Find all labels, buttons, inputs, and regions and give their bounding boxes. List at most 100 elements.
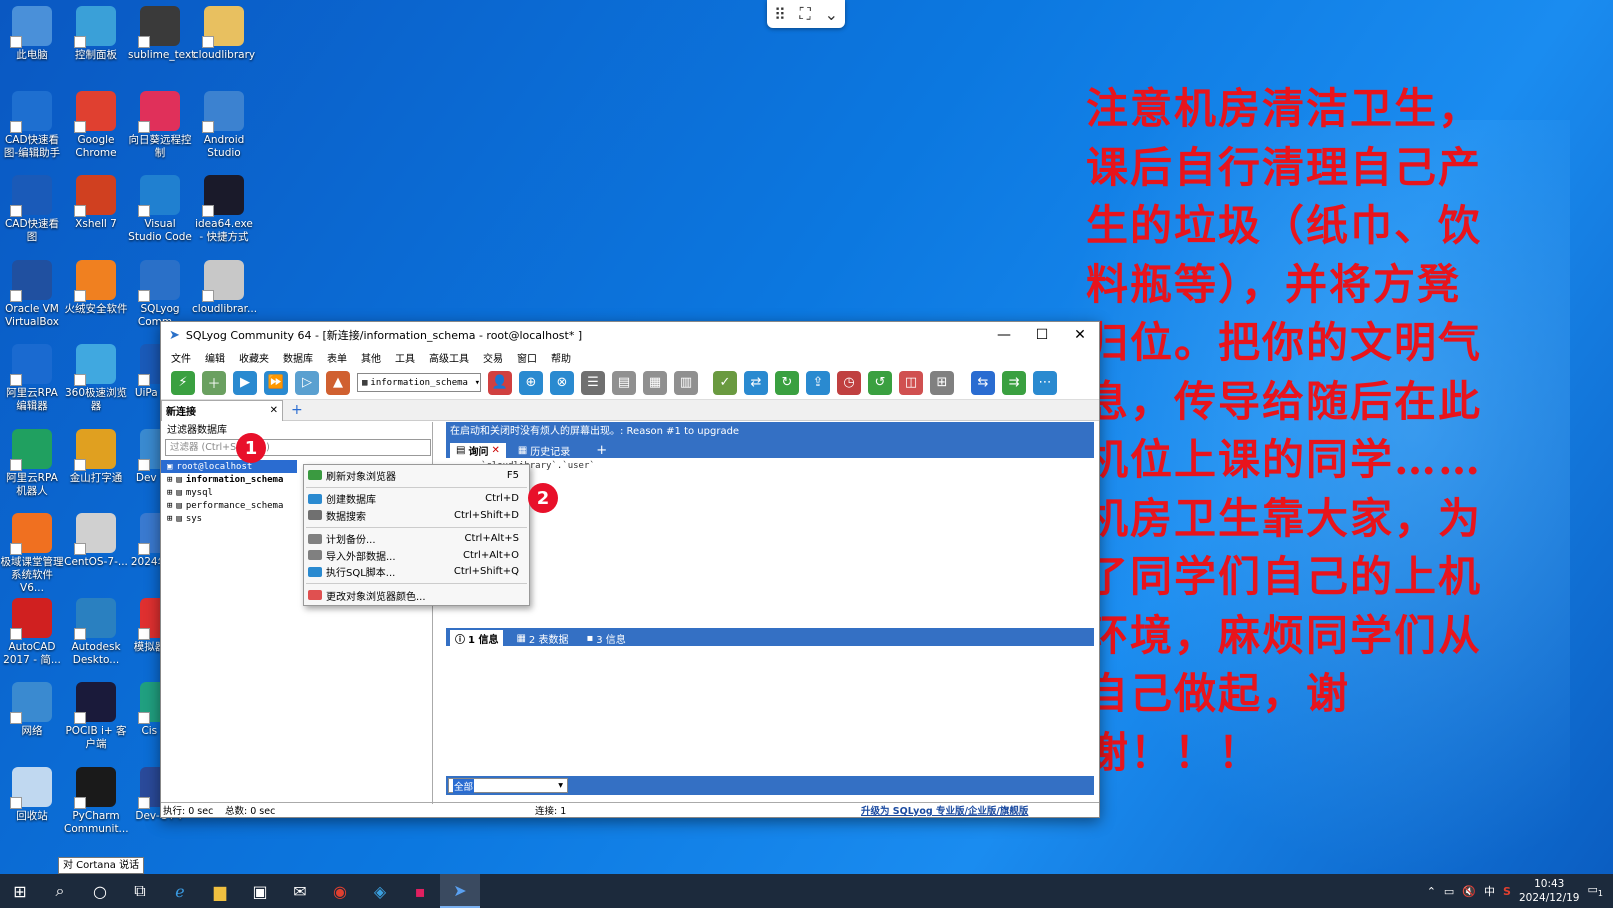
menu-item[interactable]: 帮助 (551, 350, 571, 365)
db-add-icon[interactable]: ⊕ (519, 370, 543, 395)
mail-icon[interactable]: ✉ (280, 874, 320, 908)
menu-item[interactable]: 收藏夹 (239, 350, 269, 365)
chevron-up-icon[interactable]: ⌃ (1427, 885, 1436, 898)
new-query-icon[interactable]: ＋ (202, 370, 226, 395)
refresh-icon[interactable]: ↻ (775, 370, 799, 395)
desktop-icon[interactable]: CAD快速看图 (0, 175, 64, 244)
result-filter-select[interactable]: 全部 ▾ (448, 778, 568, 793)
desktop-icon[interactable]: 网络 (0, 682, 64, 738)
add-tab-icon[interactable]: + (291, 402, 303, 418)
filter-input[interactable]: 过滤器 (Ctrl+Shift+B) (165, 439, 431, 456)
menu-item[interactable]: 交易 (483, 350, 503, 365)
result-tab[interactable]: ▪ 3 信息 (581, 630, 630, 646)
context-menu-item[interactable]: 导入外部数据... Ctrl+Alt+O (304, 547, 529, 564)
expand-icon[interactable]: ⊞ (167, 488, 172, 498)
menu-item[interactable]: 数据库 (283, 350, 313, 365)
desktop-icon[interactable]: 极域课堂管理系统软件V6... (0, 513, 64, 595)
schema-sync-icon[interactable]: ✓ (713, 370, 737, 395)
desktop-icon[interactable]: Google Chrome (64, 90, 128, 160)
desktop-icon[interactable]: cloudlibrar... (192, 259, 257, 316)
context-menu-item[interactable]: 数据搜索 Ctrl+Shift+D (304, 507, 529, 524)
user-manager-icon[interactable]: 👤 (488, 370, 512, 395)
menu-item[interactable]: 高级工具 (429, 350, 469, 365)
menu-item[interactable]: 窗口 (517, 350, 537, 365)
table-grid-icon[interactable]: ▦ (643, 370, 667, 395)
tab-history[interactable]: ▦ 历史记录 (512, 443, 576, 458)
desktop-icon[interactable]: Oracle VM VirtualBox (0, 259, 64, 329)
schedule-icon[interactable]: ◷ (837, 370, 861, 395)
copy-db-icon[interactable]: ⇉ (1002, 370, 1026, 395)
volume-icon[interactable]: 🔇 (1462, 885, 1476, 898)
result-tab[interactable]: ⓘ 1 信息 (450, 630, 504, 646)
desktop-icon[interactable]: cloudlibrary (192, 6, 256, 62)
windows-start-icon[interactable]: ⊞ (0, 874, 40, 908)
desktop-icon[interactable]: 金山打字通 (64, 428, 128, 485)
ime-indicator[interactable]: 中 (1484, 883, 1495, 899)
import-icon[interactable]: ⇄ (744, 370, 768, 395)
upgrade-banner[interactable]: 在启动和关闭时没有烦人的屏幕出现。: Reason #1 to upgrade (446, 422, 1094, 441)
execute-icon[interactable]: ▶ (233, 370, 257, 395)
db-copy-icon[interactable]: ⊗ (550, 370, 574, 395)
desktop-icon[interactable]: SQLyog Comm... (128, 259, 192, 329)
network-icon[interactable]: ▭ (1444, 885, 1454, 898)
desktop-icon[interactable]: CentOS-7-... (64, 513, 128, 569)
database-selector[interactable]: ▦ information_schema ▾ (357, 373, 481, 392)
clock[interactable]: 10:43 2024/12/19 (1519, 877, 1580, 905)
edge-icon[interactable]: ℯ (160, 874, 200, 908)
desktop-icon[interactable]: 向日葵远程控制 (128, 90, 192, 160)
table-data-icon[interactable]: ▥ (674, 370, 698, 395)
sogou-input-icon[interactable]: S (1503, 885, 1511, 898)
desktop-icon[interactable]: 火绒安全软件 (64, 259, 128, 316)
desktop-icon[interactable]: idea64.exe - 快捷方式 (192, 175, 256, 244)
fullscreen-icon[interactable]: ⛶ (800, 4, 811, 24)
cortana-icon[interactable]: ○ (80, 874, 120, 908)
desktop-icon[interactable]: 此电脑 (0, 6, 64, 62)
task-view-icon[interactable]: ⧉ (120, 874, 160, 908)
new-connection-icon[interactable]: ⚡ (171, 370, 195, 395)
store-icon[interactable]: ▣ (240, 874, 280, 908)
context-menu-item[interactable]: 更改对象浏览器颜色... (304, 587, 529, 604)
add-query-tab-icon[interactable]: + (596, 443, 607, 458)
intellij-icon[interactable]: ▪ (400, 874, 440, 908)
execute-all-icon[interactable]: ⏩ (264, 370, 288, 395)
upgrade-link[interactable]: 升级为 SQLyog 专业版/企业版/旗舰版 (861, 803, 1028, 817)
menu-item[interactable]: 工具 (395, 350, 415, 365)
minimize-button[interactable]: — (985, 327, 1023, 343)
desktop-icon[interactable]: Visual Studio Code (128, 175, 192, 244)
desktop-icon[interactable]: AutoCAD 2017 - 简... (0, 597, 64, 667)
menu-item[interactable]: 表单 (327, 350, 347, 365)
menu-item[interactable]: 编辑 (205, 350, 225, 365)
desktop-icon[interactable]: sublime_text (128, 6, 195, 62)
expand-icon[interactable]: ⊞ (167, 514, 172, 524)
desktop-icon[interactable]: 回收站 (0, 766, 64, 823)
desktop-icon[interactable]: 360极速浏览器 (64, 344, 128, 413)
expand-icon[interactable]: ⊞ (167, 501, 172, 511)
desktop-icon[interactable]: Xshell 7 (64, 175, 128, 231)
chevron-down-icon[interactable]: ⌄ (825, 5, 838, 24)
desktop-icon[interactable]: 阿里云RPA 机器人 (0, 428, 64, 498)
table-icon[interactable]: ▤ (612, 370, 636, 395)
desktop-icon[interactable]: PyCharm Communit... (64, 766, 129, 836)
close-icon[interactable]: ✕ (270, 405, 278, 416)
search-icon[interactable]: ⌕ (40, 874, 80, 908)
backup-icon[interactable]: ⇪ (806, 370, 830, 395)
menu-item[interactable]: 文件 (171, 350, 191, 365)
shapes-icon[interactable]: ▲ (326, 370, 350, 395)
execute-edit-icon[interactable]: ▷ (295, 370, 319, 395)
chrome-icon[interactable]: ◉ (320, 874, 360, 908)
remote-float-toolbar[interactable]: ⠿ ⛶ ⌄ (767, 0, 845, 28)
menu-item[interactable]: 其他 (361, 350, 381, 365)
more-tools-icon[interactable]: ⋯ (1033, 370, 1057, 395)
title-bar[interactable]: ➤ SQLyog Community 64 - [新连接/information… (161, 322, 1099, 348)
context-menu-item[interactable]: 执行SQL脚本... Ctrl+Shift+Q (304, 564, 529, 581)
grid-icon[interactable]: ⠿ (774, 5, 786, 24)
schema-designer-icon[interactable]: ⊞ (930, 370, 954, 395)
db-schema-icon[interactable]: ☰ (581, 370, 605, 395)
query-builder-icon[interactable]: ◫ (899, 370, 923, 395)
remote-control-icon[interactable]: ◈ (360, 874, 400, 908)
context-menu-item[interactable]: 刷新对象浏览器 F5 (304, 467, 529, 484)
close-icon[interactable]: ✕ (491, 445, 499, 456)
context-menu-item[interactable]: 计划备份... Ctrl+Alt+S (304, 531, 529, 548)
result-tab[interactable]: ▦ 2 表数据 (511, 630, 573, 646)
desktop-icon[interactable]: Android Studio (192, 90, 256, 160)
